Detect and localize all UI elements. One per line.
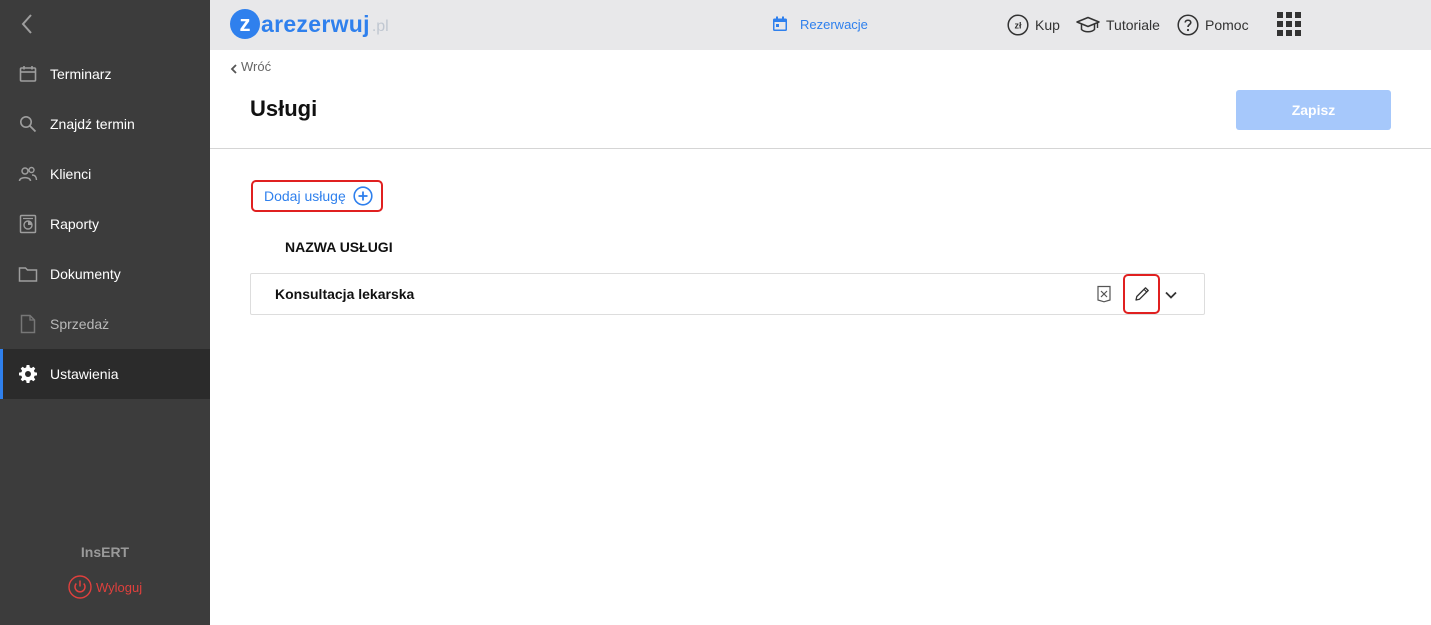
header-divider <box>210 148 1431 149</box>
graduation-cap-icon <box>1076 14 1100 36</box>
sidebar-item-klienci[interactable]: Klienci <box>0 149 210 199</box>
delete-icon[interactable] <box>1096 285 1112 303</box>
company-name: InsERT <box>80 544 130 560</box>
sidebar-item-dokumenty[interactable]: Dokumenty <box>0 249 210 299</box>
apps-grid-icon[interactable] <box>1277 12 1301 36</box>
document-icon <box>18 314 38 334</box>
buy-link[interactable]: zł Kup <box>1007 14 1060 36</box>
sidebar-item-raporty[interactable]: Raporty <box>0 199 210 249</box>
table-row[interactable]: Konsultacja lekarska <box>250 273 1205 315</box>
column-header-service-name: NAZWA USŁUGI <box>285 239 393 255</box>
help-label: Pomoc <box>1205 17 1249 33</box>
page-title: Usługi <box>250 96 318 121</box>
gear-icon <box>18 364 38 384</box>
calendar-icon <box>18 64 38 84</box>
sidebar: Terminarz Znajdź termin Klienci Raporty … <box>0 0 210 625</box>
sidebar-item-label: Raporty <box>50 216 100 232</box>
sidebar-item-label: Sprzedaż <box>50 316 110 332</box>
sidebar-item-sprzedaz[interactable]: Sprzedaż <box>0 299 210 349</box>
top-bar: z arezerwuj .pl Rezerwacje zł Kup Tutori… <box>210 0 1431 50</box>
buy-label: Kup <box>1035 17 1060 33</box>
reservations-label: Rezerwacje <box>800 16 868 32</box>
edit-button[interactable] <box>1123 274 1160 314</box>
tutorials-link[interactable]: Tutoriale <box>1076 14 1160 36</box>
logout-label: Wyloguj <box>96 579 143 595</box>
sidebar-item-ustawienia[interactable]: Ustawienia <box>0 349 210 399</box>
pencil-icon <box>1133 285 1151 303</box>
reservations-link[interactable]: Rezerwacje <box>772 16 868 32</box>
chevron-down-icon[interactable] <box>1163 287 1179 303</box>
add-service-label: Dodaj usługę <box>264 188 346 204</box>
report-icon <box>18 214 38 234</box>
users-icon <box>18 164 38 184</box>
sidebar-item-label: Ustawienia <box>50 366 119 382</box>
search-icon <box>18 114 38 134</box>
currency-badge: zł <box>1014 21 1022 31</box>
logo-letter: z <box>230 9 260 39</box>
plus-circle-icon <box>353 186 373 206</box>
sidebar-item-terminarz[interactable]: Terminarz <box>0 49 210 99</box>
logo-word: arezerwuj <box>261 10 370 37</box>
logo-suffix: .pl <box>371 18 389 35</box>
app-logo[interactable]: z arezerwuj .pl <box>230 9 389 39</box>
power-icon <box>68 575 92 599</box>
save-button[interactable]: Zapisz <box>1236 90 1391 130</box>
sidebar-item-label: Klienci <box>50 166 92 182</box>
back-label: Wróć <box>241 59 272 74</box>
sidebar-item-label: Znajdź termin <box>50 116 135 132</box>
service-name: Konsultacja lekarska <box>275 286 415 302</box>
tutorials-label: Tutoriale <box>1106 17 1160 33</box>
back-link[interactable]: Wróć <box>230 59 271 74</box>
calendar-icon <box>772 16 788 32</box>
help-link[interactable]: Pomoc <box>1177 14 1249 36</box>
help-icon <box>1177 14 1199 36</box>
sidebar-item-label: Dokumenty <box>50 266 121 282</box>
sidebar-item-label: Terminarz <box>50 66 112 82</box>
currency-icon: zł <box>1007 14 1029 36</box>
logout-button[interactable]: Wyloguj <box>68 575 142 599</box>
chevron-left-icon[interactable] <box>16 12 40 36</box>
folder-icon <box>18 264 38 284</box>
chevron-left-icon <box>230 62 238 74</box>
add-service-button[interactable]: Dodaj usługę <box>251 180 383 212</box>
sidebar-item-znajdz-termin[interactable]: Znajdź termin <box>0 99 210 149</box>
